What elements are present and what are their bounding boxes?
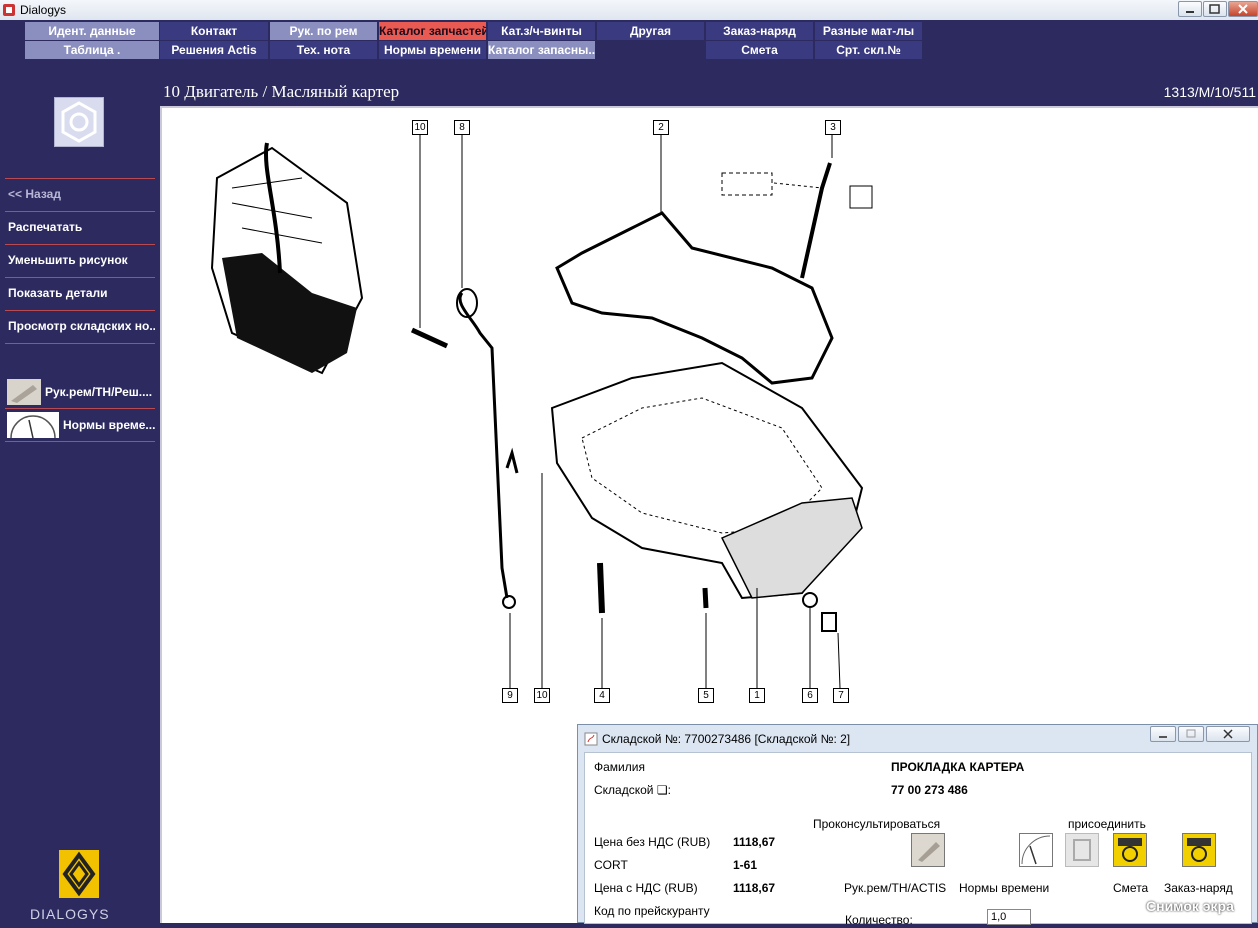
stopwatch-icon xyxy=(1021,835,1051,865)
work-order-action-button[interactable] xyxy=(1182,833,1216,867)
menu-other[interactable]: Другая xyxy=(597,22,704,40)
menu-parts-catalog[interactable]: Каталог запчастей xyxy=(379,22,486,40)
menu-tech-note[interactable]: Тех. нота xyxy=(270,41,377,59)
callout[interactable]: 10 xyxy=(412,120,428,135)
cort-value: 1-61 xyxy=(733,858,758,872)
attach-action-button[interactable] xyxy=(1065,833,1099,867)
quantity-label: Количество: xyxy=(845,913,913,927)
show-details-link[interactable]: Показать детали xyxy=(5,277,155,309)
callout[interactable]: 9 xyxy=(502,688,518,703)
close-icon xyxy=(1223,729,1233,739)
part-detail-dialog: Складской №: 7700273486 [Складской №: 2]… xyxy=(577,724,1258,927)
callout[interactable]: 2 xyxy=(653,120,669,135)
minimize-button[interactable] xyxy=(1178,1,1202,17)
price-net-value: 1118,67 xyxy=(733,835,776,849)
menu-time-norms[interactable]: Нормы времени xyxy=(379,41,486,59)
minimize-icon xyxy=(1159,736,1167,738)
price-vat-value: 1118,67 xyxy=(733,881,776,895)
menu-stock-number[interactable]: Срт. скл.№ xyxy=(815,41,922,59)
menu-actis-solutions[interactable]: Решения Actis xyxy=(160,41,268,59)
cort-label: CORT xyxy=(594,858,628,872)
close-button[interactable] xyxy=(1228,1,1258,17)
menu-repair-manual[interactable]: Рук. по рем xyxy=(270,22,377,40)
shrink-image-link[interactable]: Уменьшить рисунок xyxy=(5,244,155,276)
estimate-action-label: Смета xyxy=(1113,881,1149,895)
dialog-minimize-button[interactable] xyxy=(1150,726,1176,742)
menu-estimate[interactable]: Смета xyxy=(706,41,813,59)
work-order-action-label: Заказ-наряд xyxy=(1164,881,1233,895)
attach-icon xyxy=(1073,839,1091,861)
menu-spare-catalog[interactable]: Каталог запасны... xyxy=(488,41,595,59)
time-norms-label: Нормы време... xyxy=(63,418,156,432)
menu-table[interactable]: Таблица . xyxy=(25,41,159,59)
time-norms-action-button[interactable] xyxy=(1019,833,1053,867)
dialog-title: Складской №: 7700273486 [Складской №: 2] xyxy=(602,732,851,746)
repair-manual-icon xyxy=(918,842,940,862)
price-net-label: Цена без НДС (RUB) xyxy=(594,835,711,849)
dialogys-brand: DIALOGYS xyxy=(30,906,110,922)
bolt xyxy=(410,327,449,349)
repair-manual-link[interactable]: Рук.рем/ТН/Реш.... xyxy=(5,377,155,409)
time-norms-action-label: Нормы времени xyxy=(959,881,1050,895)
price-vat-label: Цена с НДС (RUB) xyxy=(594,881,698,895)
callout[interactable]: 5 xyxy=(698,688,714,703)
dialog-close-button[interactable] xyxy=(1206,726,1250,742)
callout[interactable]: 10 xyxy=(534,688,550,703)
repair-manual-action-label: Рук.рем/ТН/ACTIS xyxy=(844,881,947,895)
back-link[interactable]: << Назад xyxy=(5,178,155,210)
dipstick-guide xyxy=(800,162,832,279)
stock-label: Складской ❏: xyxy=(594,783,671,797)
work-order-icon xyxy=(1187,838,1211,862)
print-link[interactable]: Распечатать xyxy=(5,211,155,243)
stock-value: 77 00 273 486 xyxy=(891,783,968,797)
renault-logo xyxy=(59,850,99,898)
maximize-button[interactable] xyxy=(1203,1,1227,17)
engine-thumbnail xyxy=(210,142,364,375)
repair-manual-label: Рук.рем/ТН/Реш.... xyxy=(45,385,153,399)
callout[interactable]: 4 xyxy=(594,688,610,703)
dialog-maximize-button[interactable] xyxy=(1178,726,1204,742)
page-code: 1313/M/10/511 xyxy=(1163,84,1256,100)
maximize-icon xyxy=(1186,729,1196,738)
callout[interactable]: 8 xyxy=(454,120,470,135)
app-icon xyxy=(3,4,15,16)
callout[interactable]: 1 xyxy=(749,688,765,703)
close-icon xyxy=(1238,4,1248,14)
renault-diamond-icon xyxy=(62,851,96,897)
minimize-icon xyxy=(1186,11,1194,13)
attach-label: присоединить xyxy=(1068,817,1146,831)
dipstick xyxy=(458,292,509,599)
hexagon-bolt-icon xyxy=(61,101,97,143)
callout[interactable]: 3 xyxy=(825,120,841,135)
repair-manual-action-button[interactable] xyxy=(911,833,945,867)
title-bar: Dialogys xyxy=(0,0,1258,21)
consult-label: Проконсультироваться xyxy=(813,817,941,831)
window-title: Dialogys xyxy=(20,3,67,17)
page-title: 10 Двигатель / Масляный картер xyxy=(163,82,400,101)
estimate-icon xyxy=(1118,838,1142,862)
menu-contact[interactable]: Контакт xyxy=(160,22,268,40)
callout[interactable]: 7 xyxy=(833,688,849,703)
stopwatch-thumb-icon xyxy=(7,412,59,439)
menu-work-order[interactable]: Заказ-наряд xyxy=(706,22,813,40)
family-label: Фамилия xyxy=(594,760,645,774)
price-code-label: Код по прейскуранту xyxy=(594,904,710,918)
restore-icon xyxy=(1209,4,1220,14)
menu-parts-screws[interactable]: Кат.з/ч-винты xyxy=(488,22,595,40)
estimate-action-button[interactable] xyxy=(1113,833,1147,867)
view-stock-numbers-link[interactable]: Просмотр складских но... xyxy=(5,310,155,344)
menu-misc-materials[interactable]: Разные мат-лы xyxy=(815,22,922,40)
time-norms-link[interactable]: Нормы време... xyxy=(5,410,155,442)
callout[interactable]: 6 xyxy=(802,688,818,703)
crankcase-gasket xyxy=(555,211,834,385)
repair-manual-thumb-icon xyxy=(7,379,41,405)
java-app-icon xyxy=(584,732,598,746)
screenshot-watermark: Снимок экра xyxy=(1146,898,1234,914)
engine-logo xyxy=(54,97,104,147)
family-value: ПРОКЛАДКА КАРТЕРА xyxy=(891,760,1025,774)
menu-ident[interactable]: Идент. данные xyxy=(25,22,159,40)
